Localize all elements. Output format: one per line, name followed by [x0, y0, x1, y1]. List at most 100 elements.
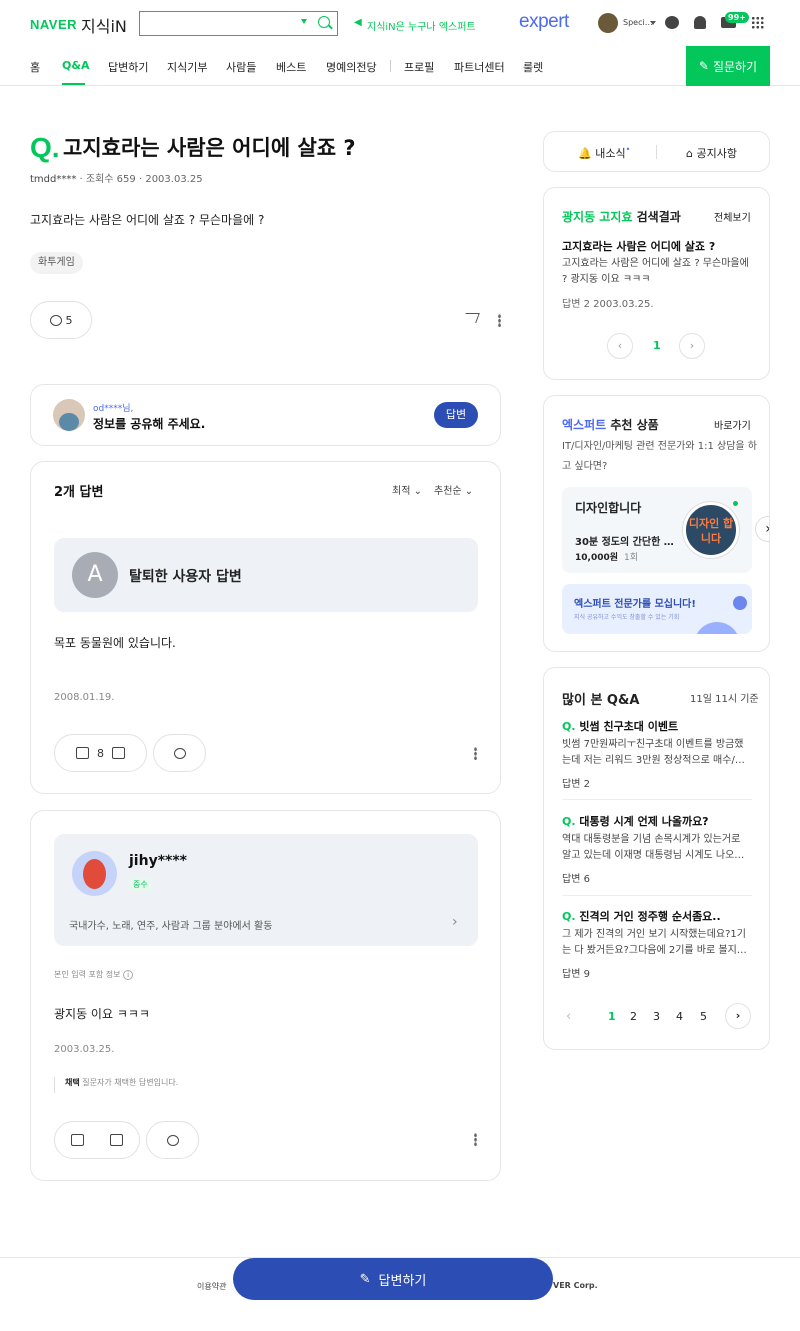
- prev-page-button[interactable]: ‹: [607, 333, 633, 359]
- comment-button[interactable]: [153, 734, 206, 772]
- pencil-icon: ✎: [359, 1271, 371, 1287]
- page-number[interactable]: 1: [653, 339, 661, 352]
- nav-people[interactable]: 사람들: [226, 59, 256, 75]
- prev-page-button[interactable]: ‹: [566, 1009, 571, 1024]
- avatar: [53, 399, 85, 431]
- popular-qna-card: 많이 본 Q&A 11일 11시 기준 Q. 빗썸 친구초대 이벤트 빗썸 7만…: [543, 667, 770, 1050]
- thumbs-down-icon[interactable]: [112, 747, 125, 759]
- page-number[interactable]: 3: [653, 1010, 660, 1023]
- banner-title: 엑스퍼트 전문가를 모십니다!: [574, 599, 696, 610]
- expert-notice-link[interactable]: 지식iN은 누구나 엑스퍼트: [367, 18, 476, 33]
- result-item-meta: 답변 2 2003.03.25.: [562, 299, 654, 310]
- like-count: 8: [97, 746, 104, 760]
- next-page-button[interactable]: ›: [679, 333, 705, 359]
- question-mark: Q.: [562, 815, 576, 828]
- nav-donate[interactable]: 지식기부: [167, 59, 207, 75]
- sort-recommend[interactable]: 추천순 ⌄: [434, 482, 473, 497]
- nav-home[interactable]: 홈: [30, 59, 40, 75]
- avatar[interactable]: [598, 13, 618, 33]
- popular-item[interactable]: Q. 빗썸 친구초대 이벤트 빗썸 7만원짜리ㅜ친구초대 이벤트를 방금했는데 …: [562, 718, 752, 790]
- answer-card: jihy**** 중수 국내가수, 노래, 연주, 사람과 그룹 분야에서 활동…: [30, 810, 501, 1181]
- ask-question-label: 질문하기: [712, 59, 758, 74]
- page-number[interactable]: 4: [676, 1010, 683, 1023]
- thumbs-down-icon[interactable]: [110, 1134, 123, 1146]
- talk-icon[interactable]: [665, 16, 679, 29]
- search-result-card: 광지동 고지효 검색결과 전체보기 고지효라는 사람은 어디에 살죠 ? 고지효…: [543, 187, 770, 380]
- vote-buttons[interactable]: 8: [54, 734, 147, 772]
- page-number[interactable]: 1: [608, 1010, 616, 1023]
- apps-grid-icon[interactable]: [751, 16, 764, 29]
- question-author[interactable]: tmdd****: [30, 174, 76, 185]
- prompt-message: 정보를 공유해 주세요.: [93, 417, 206, 431]
- chevron-right-icon[interactable]: ›: [452, 914, 458, 930]
- popular-item[interactable]: Q. 대통령 시계 언제 나올까요? 역대 대통령분을 기념 손목시계가 있는거…: [562, 813, 752, 885]
- notice-button[interactable]: ⌂ 공지사항: [686, 145, 737, 161]
- popular-item-desc: 빗썸 7만원짜리ㅜ친구초대 이벤트를 방금했는데 저는 리워드 3만원 정상적으…: [562, 739, 745, 766]
- result-item-title[interactable]: 고지효라는 사람은 어디에 살죠 ?: [562, 238, 715, 254]
- banner-decoration: [694, 622, 740, 634]
- caret-down-icon[interactable]: [650, 21, 656, 25]
- expert-recruit-banner[interactable]: 엑스퍼트 전문가를 모십니다! 지식 공유하고 수익도 창출할 수 있는 기회: [562, 584, 752, 634]
- answer-fab-button[interactable]: ✎ 답변하기: [233, 1258, 553, 1300]
- ask-question-button[interactable]: ✎ 질문하기: [686, 46, 770, 86]
- question-tag[interactable]: 화투게임: [30, 252, 83, 274]
- more-options-icon[interactable]: [474, 747, 477, 760]
- my-news-button[interactable]: 🔔 내소식•: [578, 145, 630, 161]
- kin-logo[interactable]: 지식iN: [81, 13, 127, 37]
- page-number[interactable]: 2: [630, 1010, 637, 1023]
- comment-button[interactable]: 5: [30, 301, 92, 339]
- more-options-icon[interactable]: [474, 1133, 477, 1146]
- prompt-user: od****님,: [93, 404, 134, 414]
- share-icon[interactable]: [462, 313, 480, 323]
- nav-partner[interactable]: 파트너센터: [454, 59, 505, 75]
- nav-answer[interactable]: 답변하기: [108, 59, 148, 75]
- view-all-link[interactable]: 전체보기: [714, 209, 751, 224]
- product-desc: 30분 정도의 간단한 …: [575, 537, 674, 548]
- question-mark: Q.: [30, 132, 60, 163]
- banner-sub: 지식 공유하고 수익도 창출할 수 있는 기회: [574, 614, 680, 621]
- answer-fab-label: 답변하기: [378, 1273, 427, 1289]
- thumbs-up-icon[interactable]: [76, 747, 89, 759]
- bell-icon[interactable]: [694, 16, 706, 29]
- nav-profile[interactable]: 프로필: [404, 59, 434, 75]
- comment-button[interactable]: [146, 1121, 199, 1159]
- go-link[interactable]: 바로가기: [714, 417, 751, 432]
- answerer-activity: 국내가수, 노래, 연주, 사람과 그룹 분야에서 활동: [69, 921, 273, 932]
- popular-item-answers: 답변 2: [562, 779, 590, 790]
- news-notice-bar: 🔔 내소식• ⌂ 공지사항: [543, 131, 770, 172]
- sort-optimal[interactable]: 최적 ⌄: [392, 482, 422, 497]
- terms-link[interactable]: 이용약관: [197, 1281, 226, 1292]
- expert-title: 엑스퍼트 추천 상품: [562, 418, 659, 432]
- question-views: 조회수 659: [85, 174, 136, 185]
- nav-active-indicator: [62, 83, 85, 85]
- main-nav: 홈 Q&A 답변하기 지식기부 사람들 베스트 명예의전당 프로필 파트너센터 …: [0, 46, 800, 86]
- popular-item-desc: 그 제가 진격의 거인 보기 시작했는데요?1기는 다 봤거든요?그다음에 2기…: [562, 929, 747, 956]
- avatar: [72, 851, 117, 896]
- next-slide-button[interactable]: ›: [755, 516, 769, 542]
- next-page-button[interactable]: ›: [725, 1003, 751, 1029]
- comment-icon: [166, 1134, 179, 1146]
- page-number[interactable]: 5: [700, 1010, 707, 1023]
- nav-qna[interactable]: Q&A: [62, 59, 89, 72]
- chevron-down-icon[interactable]: [301, 19, 307, 24]
- divider: [656, 145, 657, 159]
- nav-best[interactable]: 베스트: [276, 59, 306, 75]
- nav-hall-of-fame[interactable]: 명예의전당: [326, 59, 377, 75]
- search-input[interactable]: [139, 11, 338, 36]
- user-name[interactable]: Speci…: [623, 18, 653, 27]
- nav-roulette[interactable]: 룰렛: [523, 59, 543, 75]
- search-icon[interactable]: [318, 16, 330, 28]
- answer-button[interactable]: 답변: [434, 402, 478, 428]
- answer-card: 2개 답변 최적 ⌄ 추천순 ⌄ A 탈퇴한 사용자 답변 목포 동물원에 있습…: [30, 461, 501, 794]
- mail-badge: 99+: [725, 12, 749, 23]
- expert-logo[interactable]: expert: [519, 11, 569, 33]
- naver-logo[interactable]: NAVER: [30, 17, 77, 32]
- more-options-icon[interactable]: [498, 314, 501, 327]
- thumbs-up-icon[interactable]: [71, 1134, 84, 1146]
- vote-buttons[interactable]: [54, 1121, 140, 1159]
- nav-divider: [390, 60, 391, 72]
- expert-product[interactable]: 디자인합니다 30분 정도의 간단한 … 10,000원 1회 디자인 합니다: [562, 487, 752, 573]
- speaker-icon: ◀: [354, 17, 362, 28]
- popular-item[interactable]: Q. 진격의 거인 정주행 순서좀요.. 그 제가 진격의 거인 보기 시작했는…: [562, 908, 752, 980]
- answerer-name[interactable]: jihy****: [129, 853, 187, 869]
